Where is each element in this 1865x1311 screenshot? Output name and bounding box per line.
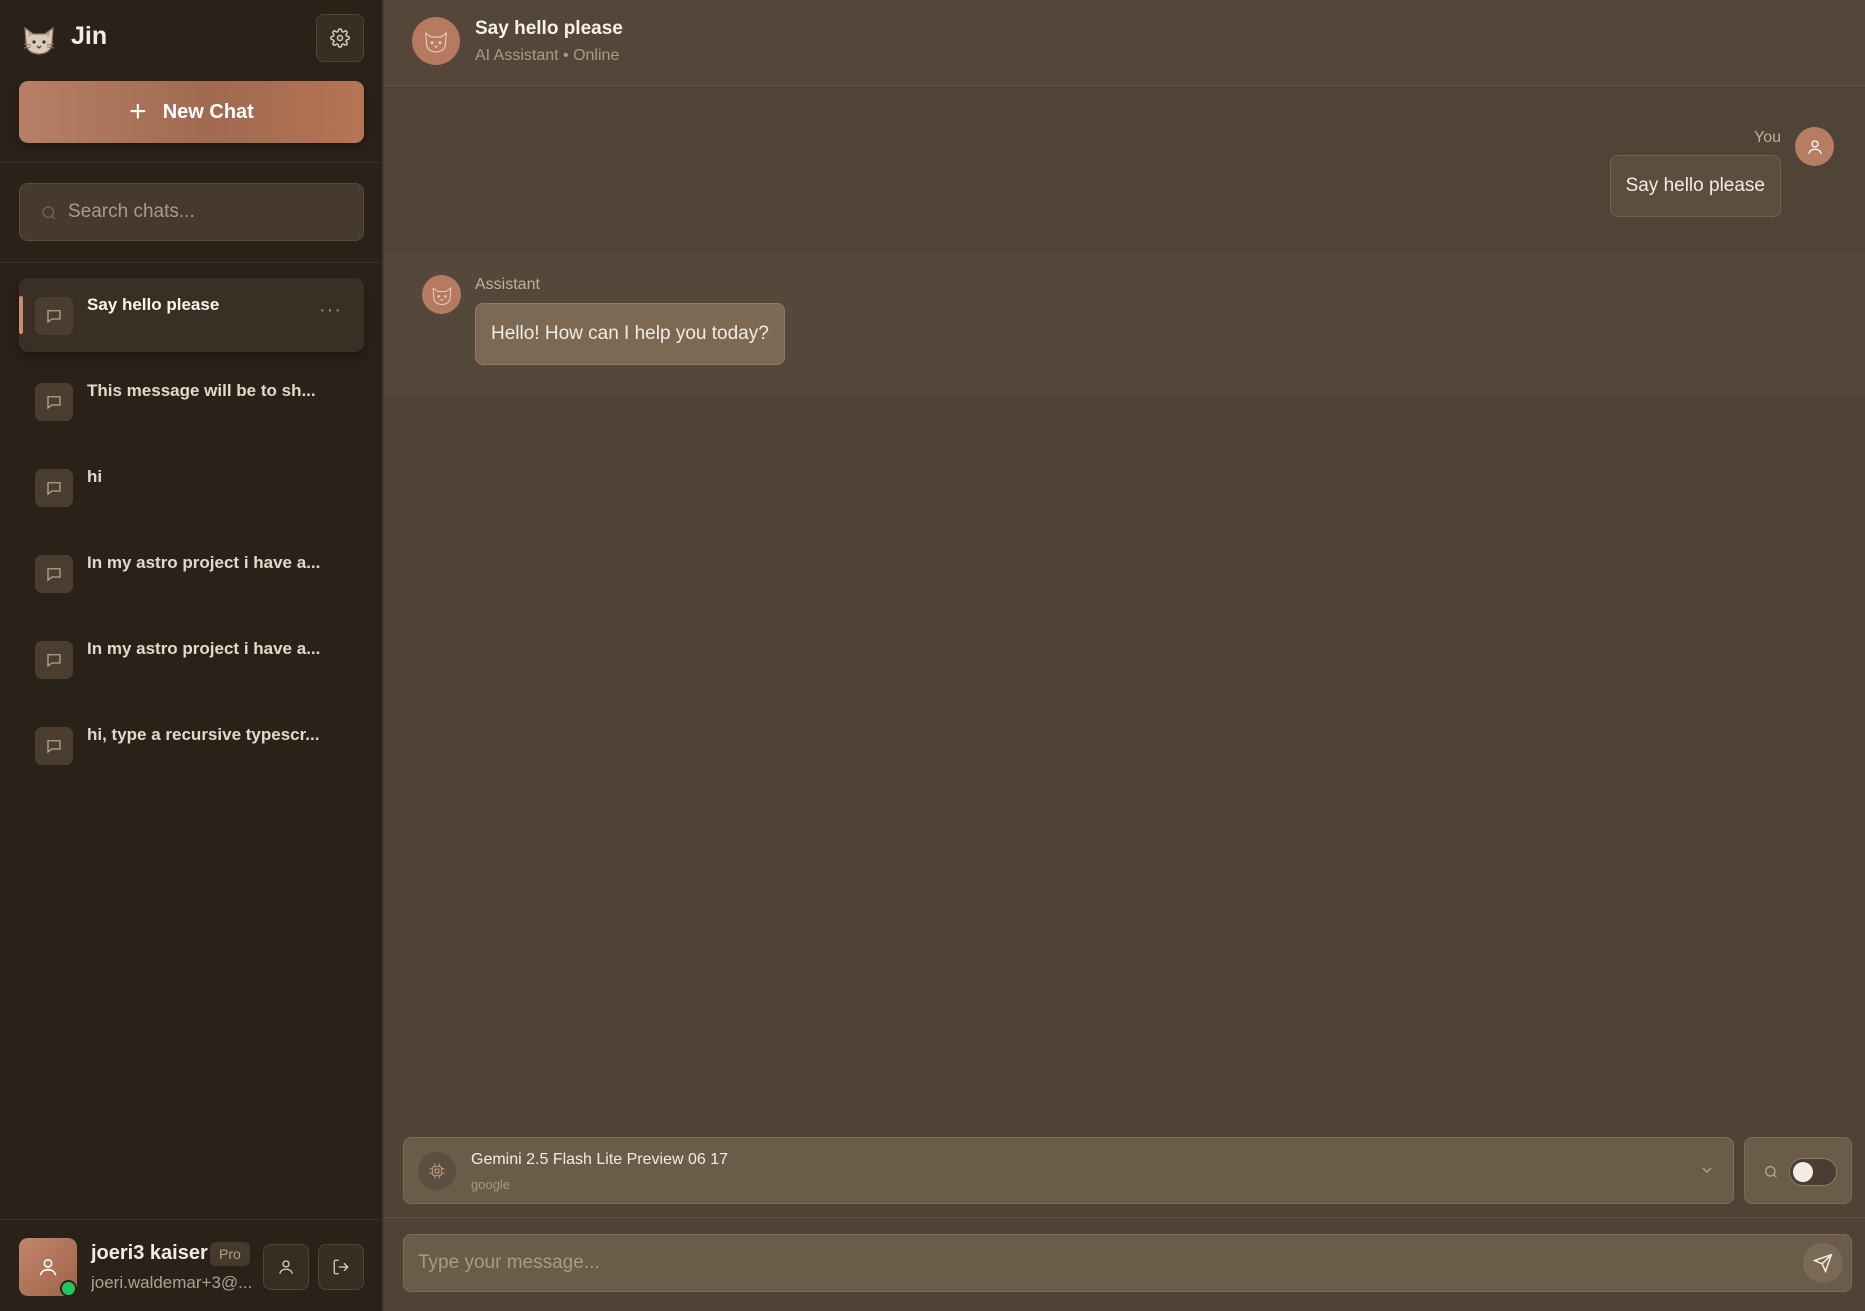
chat-item-title: In my astro project i have a...	[87, 639, 321, 658]
chat-bubble-icon	[35, 297, 73, 335]
chat-item[interactable]: hi, type a recursive typescr...	[19, 708, 364, 782]
user-avatar	[1795, 127, 1834, 166]
send-icon	[1813, 1253, 1833, 1273]
chat-search-section	[0, 163, 383, 263]
send-button[interactable]	[1803, 1243, 1843, 1283]
settings-button[interactable]	[316, 14, 364, 62]
model-name: Gemini 2.5 Flash Lite Preview 06 17	[471, 1151, 729, 1168]
user-email: joeri.waldemar+3@...	[91, 1273, 253, 1292]
chat-main: Say hello please AI Assistant • Online Y…	[384, 0, 1865, 1311]
online-status-dot	[60, 1280, 77, 1297]
web-search-toggle[interactable]	[1789, 1158, 1837, 1186]
chevron-down-icon	[1702, 1167, 1712, 1173]
chat-bubble-icon	[35, 641, 73, 679]
message-assistant: Assistant Hello! How can I help you toda…	[384, 254, 1865, 396]
sender-label: You	[1754, 129, 1781, 146]
model-toolbar: Gemini 2.5 Flash Lite Preview 06 17 goog…	[384, 1125, 1865, 1218]
chat-bubble-icon	[35, 555, 73, 593]
toggle-knob	[1793, 1162, 1813, 1182]
cat-face-icon	[432, 286, 451, 305]
chat-bubble-icon	[35, 469, 73, 507]
chat-subtitle: AI Assistant • Online	[475, 47, 620, 64]
logout-icon	[333, 1259, 349, 1275]
message-bubble: Say hello please	[1609, 155, 1781, 217]
chat-item-title: In my astro project i have a...	[87, 553, 321, 572]
chat-search-box[interactable]	[19, 183, 364, 241]
user-icon	[279, 1260, 293, 1274]
web-search-toggle-box	[1744, 1137, 1852, 1204]
gear-icon	[330, 28, 350, 48]
chat-item-title: Say hello please	[87, 295, 220, 314]
new-chat-button[interactable]: + New Chat	[19, 81, 364, 143]
app-name: Jin	[71, 22, 108, 50]
message-composer	[403, 1234, 1852, 1292]
search-icon	[1765, 1166, 1777, 1178]
more-options-icon[interactable]: ···	[319, 299, 342, 322]
new-chat-label: New Chat	[162, 100, 254, 123]
chat-item[interactable]: In my astro project i have a...	[19, 536, 364, 610]
model-selector[interactable]: Gemini 2.5 Flash Lite Preview 06 17 goog…	[403, 1137, 1734, 1204]
cat-logo-icon	[23, 26, 55, 55]
message-input[interactable]	[418, 1235, 1778, 1291]
profile-button[interactable]	[263, 1244, 309, 1290]
chat-item-title: hi, type a recursive typescr...	[87, 725, 320, 744]
user-panel: joeri3 kaiser Pro joeri.waldemar+3@...	[0, 1219, 383, 1311]
chat-header: Say hello please AI Assistant • Online	[384, 0, 1865, 86]
plan-badge: Pro	[210, 1242, 250, 1266]
user-name: joeri3 kaiser	[91, 1242, 208, 1264]
chat-item-title: hi	[87, 467, 103, 486]
plus-icon: +	[129, 95, 147, 128]
assistant-avatar	[422, 275, 461, 314]
chat-item[interactable]: This message will be to sh...	[19, 364, 364, 438]
logout-button[interactable]	[318, 1244, 364, 1290]
chat-item[interactable]: hi	[19, 450, 364, 524]
message-user: You Say hello please	[384, 86, 1865, 254]
cat-face-icon	[425, 32, 447, 53]
chat-bubble-icon	[35, 727, 73, 765]
search-input[interactable]	[68, 184, 358, 240]
message-bubble: Hello! How can I help you today?	[475, 303, 785, 365]
active-indicator	[19, 296, 23, 334]
assistant-avatar	[412, 17, 460, 65]
sidebar: Jin + New Chat Say hello please ···	[0, 0, 383, 1311]
sidebar-header: Jin + New Chat	[0, 0, 383, 163]
user-icon	[39, 1258, 57, 1276]
sender-label: Assistant	[475, 276, 540, 293]
chat-item-title: This message will be to sh...	[87, 381, 316, 400]
chat-title: Say hello please	[475, 18, 623, 39]
chat-item-say-hello-please[interactable]: Say hello please ···	[19, 278, 364, 352]
user-icon	[1807, 139, 1822, 154]
search-icon	[42, 206, 56, 220]
chat-bubble-icon	[35, 383, 73, 421]
cpu-icon	[418, 1152, 456, 1190]
model-provider: google	[471, 1177, 511, 1192]
chat-item[interactable]: In my astro project i have a...	[19, 622, 364, 696]
